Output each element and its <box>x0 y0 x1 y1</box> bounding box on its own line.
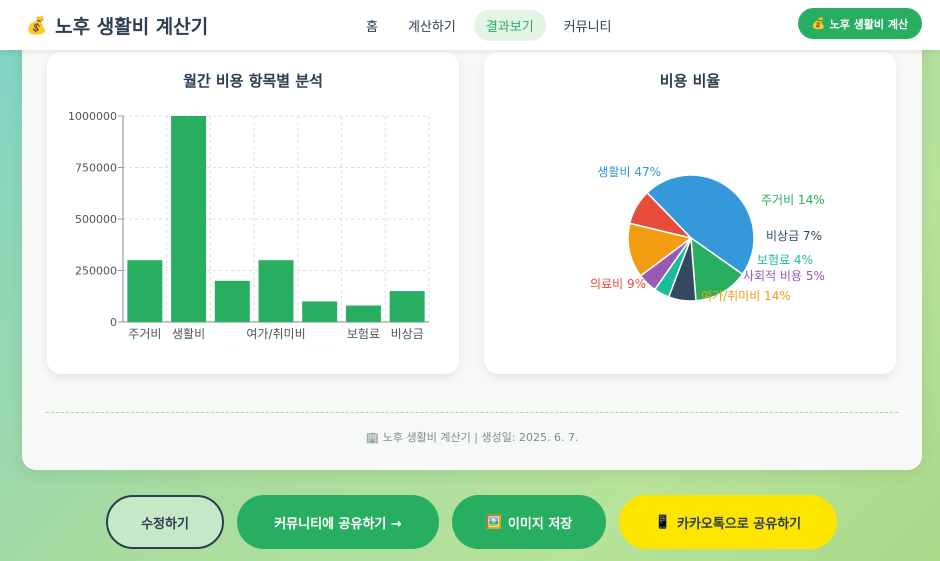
y-tick-label: 0 <box>110 316 117 329</box>
image-icon: 🖼️ <box>485 514 502 530</box>
y-tick-label: 500000 <box>75 213 117 226</box>
results-card: 월간 비용 항목별 분석 0 250000 500000 750000 1000000 주… <box>22 30 922 470</box>
kakao-share-label: 카카오톡으로 공유하기 <box>677 516 802 532</box>
pie-label: 생활비 47% <box>597 165 661 179</box>
pie-chart-panel: 비용 비율 생활비 47% 주거비 14% 비상금 7% 보험료 4% 사회적 비용 5… <box>484 52 896 374</box>
building-icon: 🏢 <box>365 431 380 444</box>
pie-label: 보험료 4% <box>757 253 813 267</box>
save-image-label: 이미지 저장 <box>507 516 573 532</box>
nav-item-community[interactable]: 커뮤니티 <box>552 10 624 41</box>
phone-icon: 📱 <box>654 514 672 530</box>
kakao-share-button[interactable]: 📱 카카오톡으로 공유하기 <box>619 495 837 549</box>
x-tick-label: 비상금 <box>391 327 424 341</box>
footer-info: 🏢 노후 생활비 계산기 | 생성일: 2025. 6. 7. <box>22 429 922 445</box>
footer-text: 노후 생활비 계산기 | 생성일: 2025. 6. 7. <box>382 431 579 444</box>
save-image-button[interactable]: 🖼️ 이미지 저장 <box>452 495 606 549</box>
share-community-label: 커뮤니티에 공유하기 → <box>274 516 402 532</box>
pie-label: 사회적 비용 5% <box>743 269 825 283</box>
money-bag-icon: 💰 <box>811 17 826 30</box>
bar[interactable] <box>258 260 294 322</box>
app-title: 노후 생활비 계산기 <box>55 16 209 38</box>
x-tick-label: 생활비 <box>172 327 205 341</box>
bar[interactable] <box>345 305 381 322</box>
bar[interactable] <box>127 260 163 322</box>
share-community-button[interactable]: 커뮤니티에 공유하기 → <box>237 495 439 549</box>
top-navigation-bar: 💰 노후 생활비 계산기 홈 계산하기 결과보기 커뮤니티 💰 노후 생활비 계… <box>0 0 940 50</box>
edit-button[interactable]: 수정하기 <box>106 495 224 549</box>
y-tick-label: 750000 <box>75 162 117 175</box>
bar-chart: 0 250000 500000 750000 1000000 주거비 생활비 여가/취미비 보험… <box>68 110 430 341</box>
logo[interactable]: 💰 노후 생활비 계산기 <box>26 12 208 39</box>
pie-label: 의료비 9% <box>590 277 646 291</box>
x-tick-label: 보험료 <box>347 327 380 341</box>
bar[interactable] <box>214 280 250 322</box>
main-nav: 홈 계산하기 결과보기 커뮤니티 <box>354 10 624 41</box>
nav-item-results[interactable]: 결과보기 <box>473 10 546 41</box>
bar[interactable] <box>171 116 207 322</box>
bar[interactable] <box>389 291 425 322</box>
bar[interactable] <box>302 301 338 322</box>
calculate-cta-label: 노후 생활비 계산 <box>829 17 909 31</box>
bar-chart-panel: 월간 비용 항목별 분석 0 250000 500000 750000 1000000 주… <box>47 52 459 374</box>
x-tick-label: 주거비 <box>128 327 161 341</box>
pie-label: 여가/취미비 14% <box>701 289 791 303</box>
calculate-cta-button[interactable]: 💰 노후 생활비 계산 <box>798 8 922 39</box>
y-tick-label: 250000 <box>75 265 117 278</box>
money-bag-icon: 💰 <box>26 15 48 36</box>
pie-label: 비상금 7% <box>766 229 822 243</box>
y-tick-label: 1000000 <box>68 110 117 123</box>
pie-label: 주거비 14% <box>761 193 825 207</box>
nav-item-calculate[interactable]: 계산하기 <box>396 10 468 41</box>
nav-item-home[interactable]: 홈 <box>354 10 390 41</box>
footer-divider <box>46 412 898 413</box>
pie-chart: 생활비 47% 주거비 14% 비상금 7% 보험료 4% 사회적 비용 5% 여가/취미… <box>590 165 825 303</box>
edit-button-label: 수정하기 <box>141 516 189 532</box>
x-tick-label: 여가/취미비 <box>246 327 305 341</box>
